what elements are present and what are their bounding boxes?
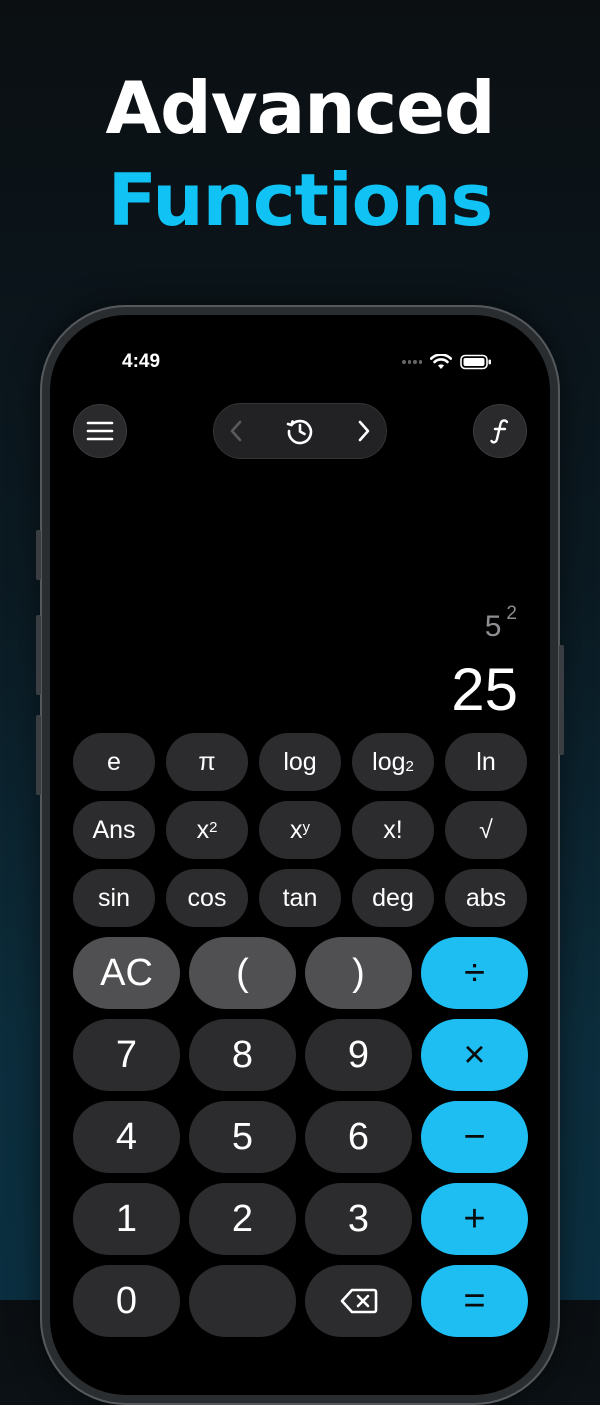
key-1[interactable]: 1 (73, 1183, 180, 1255)
battery-icon (460, 354, 491, 370)
key-minus[interactable]: − (421, 1101, 528, 1173)
key-multiply[interactable]: × (421, 1019, 528, 1091)
key-6[interactable]: 6 (305, 1101, 412, 1173)
expression-exponent: 2 (506, 603, 517, 624)
cellular-dots-icon (402, 360, 422, 364)
key-log2[interactable]: log 2 (352, 733, 434, 791)
key-paren-open[interactable]: ( (189, 937, 296, 1009)
key-7[interactable]: 7 (73, 1019, 180, 1091)
status-icons (402, 351, 492, 373)
phone-side-button (36, 530, 41, 580)
history-navigator (213, 403, 387, 459)
app-screen: 4:49 5 2 25 e π log log 2 ln Ans x 2 x y… (50, 315, 550, 1395)
key-5[interactable]: 5 (189, 1101, 296, 1173)
history-forward-button[interactable] (342, 404, 386, 458)
key-ans[interactable]: Ans (73, 801, 155, 859)
key-divide[interactable]: ÷ (421, 937, 528, 1009)
key-power-exponent: y (302, 818, 311, 836)
key-log2-label: log (372, 747, 406, 776)
chevron-left-icon (230, 420, 242, 442)
menu-button[interactable] (73, 404, 127, 458)
key-equals[interactable]: = (421, 1265, 528, 1337)
key-factorial[interactable]: x! (352, 801, 434, 859)
key-backspace[interactable] (305, 1265, 412, 1337)
key-paren-close[interactable]: ) (305, 937, 412, 1009)
phone-frame: 4:49 5 2 25 e π log log 2 ln Ans x 2 x y… (36, 305, 564, 1405)
key-deg[interactable]: deg (352, 869, 434, 927)
key-9[interactable]: 9 (305, 1019, 412, 1091)
key-4[interactable]: 4 (73, 1101, 180, 1173)
status-time: 4:49 (122, 351, 161, 372)
key-square-exponent: 2 (209, 818, 218, 836)
phone-side-button (36, 715, 41, 795)
key-blank[interactable] (189, 1265, 296, 1337)
clock-history-icon (286, 419, 313, 445)
phone-side-button (36, 615, 41, 695)
key-cos[interactable]: cos (166, 869, 248, 927)
key-square-base: x (196, 815, 210, 844)
expression-base: 5 (484, 610, 502, 643)
key-plus[interactable]: + (421, 1183, 528, 1255)
key-8[interactable]: 8 (189, 1019, 296, 1091)
functions-button[interactable] (473, 404, 527, 458)
phone-side-button (559, 645, 564, 755)
key-0[interactable]: 0 (73, 1265, 180, 1337)
wifi-icon (430, 354, 452, 369)
key-3[interactable]: 3 (305, 1183, 412, 1255)
headline-line-1: Advanced (105, 66, 495, 150)
key-square[interactable]: x2 (166, 801, 248, 859)
key-pi[interactable]: π (166, 733, 248, 791)
key-log[interactable]: log (259, 733, 341, 791)
history-button[interactable] (272, 404, 328, 458)
key-tan[interactable]: tan (259, 869, 341, 927)
key-e[interactable]: e (73, 733, 155, 791)
key-log2-subscript: 2 (405, 757, 414, 775)
expression-display: 52 (484, 603, 517, 644)
result-display: 25 (451, 656, 518, 723)
key-abs[interactable]: abs (445, 869, 527, 927)
history-back-button[interactable] (214, 404, 258, 458)
headline-line-2: Functions (107, 158, 493, 242)
key-power-base: x (290, 815, 303, 844)
key-power[interactable]: xy (259, 801, 341, 859)
function-f-icon (490, 419, 509, 444)
key-sqrt[interactable]: √ (445, 801, 527, 859)
key-sin[interactable]: sin (73, 869, 155, 927)
key-2[interactable]: 2 (189, 1183, 296, 1255)
chevron-right-icon (358, 420, 370, 442)
key-ln[interactable]: ln (445, 733, 527, 791)
headline: Advanced Functions (0, 62, 600, 246)
backspace-icon (340, 1288, 377, 1314)
hamburger-icon (86, 421, 114, 441)
key-clear[interactable]: AC (73, 937, 180, 1009)
